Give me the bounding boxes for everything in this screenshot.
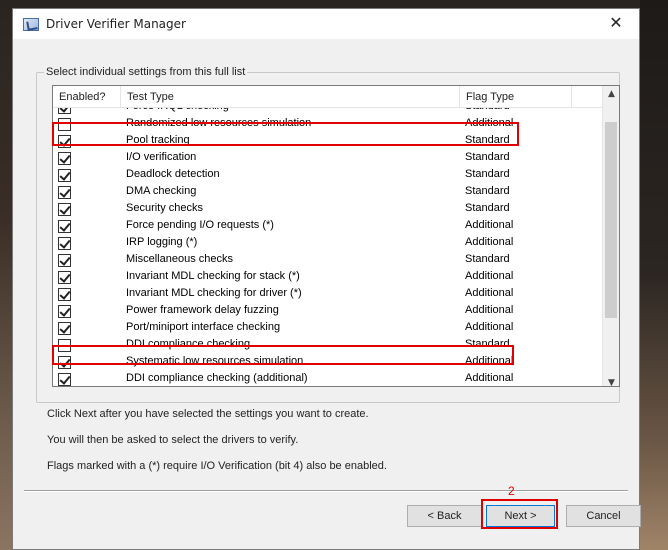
table-row[interactable]: Systematic low resources simulation Addit… [53, 354, 604, 371]
flag-type-cell: Standard [465, 151, 510, 163]
test-type-cell: DDI compliance checking [126, 338, 251, 350]
table-row[interactable]: DMA checking Standard [53, 184, 604, 201]
enabled-checkbox[interactable] [58, 186, 71, 199]
settings-list[interactable]: Enabled? Test Type Flag Type Force IRQL … [52, 85, 620, 387]
flag-type-cell: Standard [465, 185, 510, 197]
enabled-checkbox[interactable] [58, 169, 71, 182]
enabled-checkbox[interactable] [58, 288, 71, 301]
test-type-cell: Force pending I/O requests (*) [126, 219, 274, 231]
flag-type-cell: Standard [465, 134, 510, 146]
enabled-checkbox[interactable] [58, 271, 71, 284]
test-type-cell: Pool tracking [126, 134, 190, 146]
flag-type-cell: Standard [465, 202, 510, 214]
verifier-app-icon [23, 18, 39, 31]
column-enabled-header[interactable]: Enabled? [53, 86, 121, 108]
enabled-checkbox[interactable] [58, 118, 71, 131]
list-rows: Force IRQL checkingStandardRandomized lo… [53, 108, 604, 386]
enabled-checkbox[interactable] [58, 339, 71, 352]
flag-type-cell: Additional [465, 321, 514, 333]
enabled-checkbox[interactable] [58, 305, 71, 318]
test-type-cell: Invariant MDL checking for driver (*) [126, 287, 302, 299]
test-type-cell: Port/miniport interface checking [126, 321, 281, 333]
column-flag-type-header[interactable]: Flag Type [460, 86, 572, 108]
desktop-background [640, 0, 668, 550]
enabled-checkbox[interactable] [58, 152, 71, 165]
step-number-label: 2 [508, 484, 515, 498]
table-row[interactable]: Miscellaneous checks Standard [53, 252, 604, 269]
table-row[interactable]: DDI compliance checking (additional) Addi… [53, 371, 604, 386]
vertical-scrollbar[interactable]: ▲ ▼ [602, 86, 619, 386]
info-text-flags: Flags marked with a (*) require I/O Veri… [47, 460, 387, 472]
enabled-checkbox[interactable] [58, 356, 71, 369]
test-type-cell: Invariant MDL checking for stack (*) [126, 270, 300, 282]
title-bar: Driver Verifier Manager ✕ [13, 9, 639, 39]
flag-type-cell: Standard [465, 253, 510, 265]
test-type-cell: IRP logging (*) [126, 236, 198, 248]
cancel-button[interactable]: Cancel [566, 505, 641, 527]
scroll-up-arrow-icon[interactable]: ▲ [603, 86, 619, 103]
table-row[interactable]: Invariant MDL checking for driver (*) Add… [53, 286, 604, 303]
test-type-cell: Security checks [126, 202, 204, 214]
info-text-next: Click Next after you have selected the s… [47, 408, 369, 420]
table-row[interactable]: Port/miniport interface checking Addition… [53, 320, 604, 337]
scroll-down-arrow-icon[interactable]: ▼ [603, 375, 619, 386]
table-row[interactable]: IRP logging (*) Additional [53, 235, 604, 252]
flag-type-cell: Standard [465, 168, 510, 180]
flag-type-cell: Standard [465, 108, 510, 112]
table-row[interactable]: Invariant MDL checking for stack (*) Addi… [53, 269, 604, 286]
enabled-checkbox[interactable] [58, 373, 71, 386]
list-header: Enabled? Test Type Flag Type [53, 86, 604, 108]
flag-type-cell: Standard [465, 338, 510, 350]
test-type-cell: Systematic low resources simulation [126, 355, 304, 367]
test-type-cell: Miscellaneous checks [126, 253, 233, 265]
window-title: Driver Verifier Manager [46, 17, 186, 31]
enabled-checkbox[interactable] [58, 108, 71, 114]
table-row[interactable]: Randomized low resources simulation Addit… [53, 116, 604, 133]
test-type-cell: Power framework delay fuzzing [126, 304, 279, 316]
table-row[interactable]: DDI compliance checking Standard [53, 337, 604, 354]
info-text-drivers: You will then be asked to select the dri… [47, 434, 299, 446]
back-button[interactable]: < Back [407, 505, 482, 527]
flag-type-cell: Additional [465, 117, 514, 129]
flag-type-cell: Additional [465, 270, 514, 282]
test-type-cell: DDI compliance checking (additional) [126, 372, 308, 384]
table-row[interactable]: Deadlock detection Standard [53, 167, 604, 184]
button-separator [24, 490, 628, 492]
enabled-checkbox[interactable] [58, 237, 71, 250]
table-row[interactable]: I/O verification Standard [53, 150, 604, 167]
test-type-cell: DMA checking [126, 185, 197, 197]
next-button[interactable]: Next > [486, 505, 555, 527]
test-type-cell: I/O verification [126, 151, 197, 163]
flag-type-cell: Additional [465, 304, 514, 316]
enabled-checkbox[interactable] [58, 203, 71, 216]
enabled-checkbox[interactable] [58, 322, 71, 335]
flag-type-cell: Additional [465, 236, 514, 248]
test-type-cell: Deadlock detection [126, 168, 220, 180]
table-row[interactable]: Security checks Standard [53, 201, 604, 218]
flag-type-cell: Additional [465, 287, 514, 299]
flag-type-cell: Additional [465, 355, 514, 367]
enabled-checkbox[interactable] [58, 220, 71, 233]
test-type-cell: Force IRQL checking [126, 108, 229, 112]
table-row[interactable]: Pool tracking Standard [53, 133, 604, 150]
enabled-checkbox[interactable] [58, 254, 71, 267]
flag-type-cell: Additional [465, 372, 514, 384]
enabled-checkbox[interactable] [58, 135, 71, 148]
test-type-cell: Randomized low resources simulation [126, 117, 312, 129]
column-test-type-header[interactable]: Test Type [121, 86, 460, 108]
groupbox-label: Select individual settings from this ful… [44, 66, 248, 78]
close-button[interactable]: ✕ [593, 9, 639, 39]
table-row[interactable]: Force pending I/O requests (*) Additional [53, 218, 604, 235]
flag-type-cell: Additional [465, 219, 514, 231]
scrollbar-thumb[interactable] [605, 122, 617, 318]
table-row[interactable]: Power framework delay fuzzing Additional [53, 303, 604, 320]
table-row[interactable]: Force IRQL checking Standard [53, 108, 604, 116]
